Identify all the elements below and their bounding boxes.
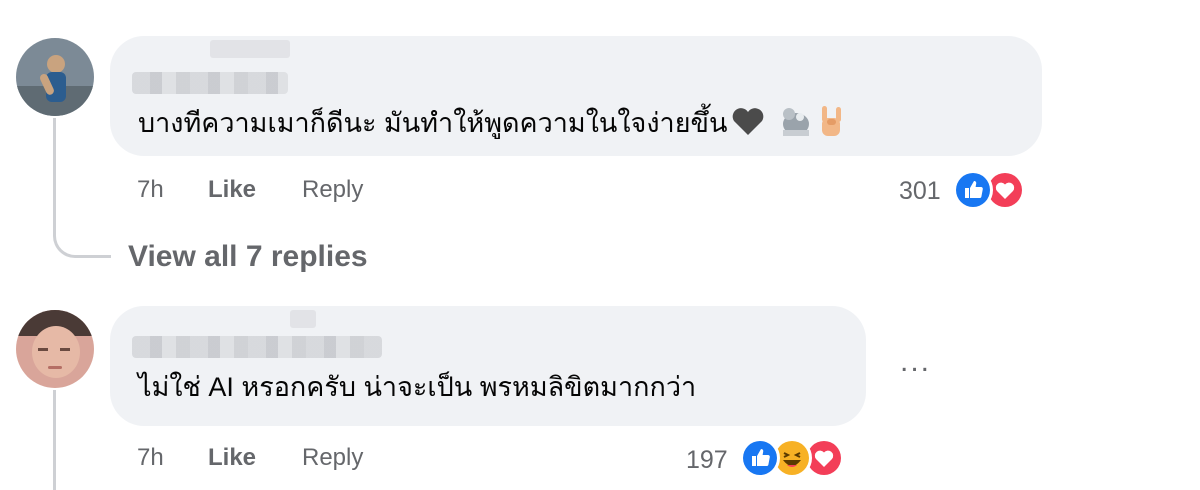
redacted-name [210, 40, 290, 58]
like-reaction-icon [953, 170, 993, 210]
reply-button[interactable]: Reply [302, 444, 363, 472]
thread-branch [53, 210, 111, 258]
comment-bubble: บางทีความเมาก็ดีนะ มันทำให้พูดความในใจง่… [110, 36, 1042, 156]
reaction-count[interactable]: 301 [899, 177, 941, 205]
comment-text-content: บางทีความเมาก็ดีนะ มันทำให้พูดความในใจง่… [138, 108, 728, 139]
comment-timestamp[interactable]: 7h [137, 444, 164, 472]
reaction-icons[interactable] [953, 170, 1039, 210]
comment-text: ไม่ใช่ AI หรอกครับ น่าจะเป็น พรหมลิขิตมา… [138, 372, 697, 402]
redacted-name [290, 310, 316, 328]
rock-on-hand-icon [817, 104, 845, 146]
reaction-icons[interactable] [740, 438, 862, 478]
more-options-button[interactable]: ... [900, 347, 931, 377]
black-heart-icon [731, 106, 765, 144]
thread-line [53, 390, 56, 490]
redacted-name[interactable] [132, 72, 288, 94]
redacted-name[interactable] [132, 336, 382, 358]
comment-text: บางทีความเมาก็ดีนะ มันทำให้พูดความในใจง่… [138, 104, 845, 146]
monkey-sticker-icon [779, 105, 813, 145]
comment-timestamp[interactable]: 7h [137, 176, 164, 204]
like-button[interactable]: Like [208, 444, 256, 472]
reaction-count[interactable]: 197 [686, 446, 728, 474]
like-button[interactable]: Like [208, 176, 256, 204]
reply-button[interactable]: Reply [302, 176, 363, 204]
comment-bubble: ไม่ใช่ AI หรอกครับ น่าจะเป็น พรหมลิขิตมา… [110, 306, 866, 426]
commenter-avatar[interactable] [16, 38, 94, 116]
view-all-replies-link[interactable]: View all 7 replies [128, 240, 368, 274]
commenter-avatar[interactable] [16, 310, 94, 388]
like-reaction-icon [740, 438, 780, 478]
thread-line [53, 118, 56, 218]
